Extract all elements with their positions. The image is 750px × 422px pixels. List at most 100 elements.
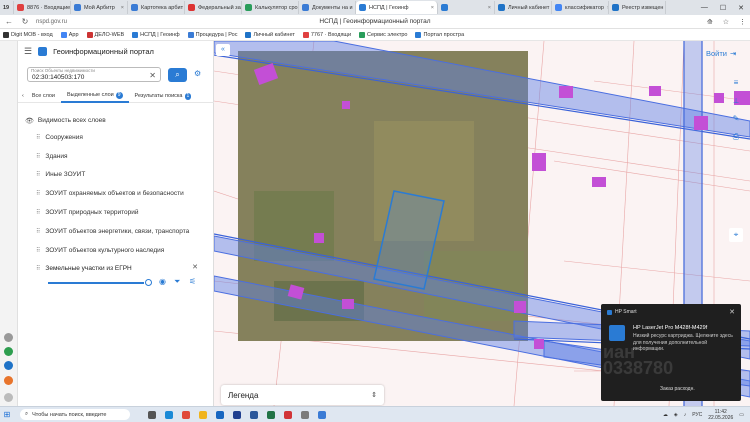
ruler-icon[interactable]: ⟂ <box>729 92 743 110</box>
legend-panel[interactable]: Легенда ⇕ <box>221 385 384 405</box>
weather-icon[interactable]: ☁ <box>663 412 668 418</box>
tab-close-icon[interactable]: × <box>428 5 434 11</box>
windows-start-icon[interactable]: ⊞ <box>0 410 14 419</box>
browser-tab[interactable]: Федеральный зак× <box>185 1 242 14</box>
bookmark-item[interactable]: Digit МОВ - вход <box>3 31 53 38</box>
browser-tab[interactable]: × <box>438 1 495 14</box>
style-settings-icon[interactable]: ⚟ <box>189 277 196 286</box>
drag-handle-icon[interactable]: ⠿ <box>36 209 41 216</box>
browser-tab[interactable]: Личный кабинет× <box>495 1 552 14</box>
drag-handle-icon[interactable]: ⠿ <box>36 190 41 197</box>
tab-close-icon[interactable]: × <box>118 5 124 11</box>
yandex-icon[interactable] <box>233 410 241 419</box>
chrome-icon[interactable] <box>182 410 190 419</box>
drag-handle-icon[interactable]: ⠿ <box>36 153 41 160</box>
bookmark-icon[interactable]: ☆ <box>723 18 729 26</box>
search-button[interactable]: ⌕ <box>168 68 187 82</box>
eye-icon[interactable]: ◉ <box>159 277 166 286</box>
back-icon[interactable]: ← <box>4 17 14 26</box>
bookmark-item[interactable]: 7767 · Входящи <box>302 31 351 38</box>
browser-tab[interactable]: НСПД | Геоинф × <box>356 1 438 14</box>
collapse-sidebar-button[interactable]: « <box>216 44 230 56</box>
tab-close-icon[interactable]: × <box>485 5 491 11</box>
opacity-slider[interactable] <box>48 282 144 284</box>
draw-icon[interactable]: ✎ <box>729 110 743 128</box>
search-input[interactable]: Поиск Объекты недвижимости 02:30:140503:… <box>27 67 161 82</box>
tab-search-results[interactable]: Результаты поиска 1 <box>129 90 198 103</box>
tab-counter[interactable]: 19 <box>0 1 14 14</box>
layers-icon[interactable]: ≡ <box>729 74 743 92</box>
notifications-icon[interactable]: ▭ <box>739 412 744 418</box>
layer-item[interactable]: ⠿ ЗОУИТ природных территорий <box>18 203 214 222</box>
toggle-all-layers[interactable]: 👁 Видимость всех слоев <box>18 113 214 128</box>
search-icon[interactable] <box>4 333 13 342</box>
drag-handle-icon[interactable]: ⠿ <box>36 247 41 254</box>
layer-item[interactable]: ⠿ ЗОУИТ охраняемых объектов и безопасност… <box>18 184 214 203</box>
browser-tab[interactable]: Картотека арбит× <box>128 1 185 14</box>
bookmark-item[interactable]: Личный кабинет <box>245 31 295 38</box>
tab-close-icon[interactable]: × <box>663 5 665 11</box>
translate-icon[interactable]: ⟰ <box>707 18 713 26</box>
language-indicator[interactable]: РУС <box>692 412 702 418</box>
taskbar-search[interactable]: ⌕ Чтобы начать поиск, введите <box>20 409 130 420</box>
maximize-icon[interactable]: ☐ <box>720 4 726 12</box>
browser-tab[interactable]: Калькулятор сро× <box>242 1 299 14</box>
print-icon[interactable]: ⎙ <box>729 128 743 146</box>
login-button[interactable]: Войти ⇥ <box>706 49 736 58</box>
clock[interactable]: 11:42 22.05.2026 <box>708 409 733 421</box>
extensions-icon[interactable]: ⋮ <box>739 18 746 26</box>
word-icon[interactable] <box>250 410 258 419</box>
browser-tab[interactable]: Мой Арбитр × <box>71 1 128 14</box>
clear-icon[interactable]: ✕ <box>149 71 156 80</box>
tab-selected-layers[interactable]: Выделенные слои 9 <box>61 90 129 103</box>
tab-back-icon[interactable]: ‹ <box>18 90 26 103</box>
drag-handle-icon[interactable]: ⠿ <box>36 265 41 272</box>
close-icon[interactable]: ✕ <box>729 308 735 316</box>
edge-icon[interactable] <box>165 410 173 419</box>
bookmark-item[interactable]: Сервис электро <box>359 31 407 38</box>
browser-tab[interactable]: классификатор× <box>552 1 609 14</box>
drag-handle-icon[interactable]: ⠿ <box>36 134 41 141</box>
add-icon[interactable] <box>4 393 13 402</box>
outlook-icon[interactable] <box>216 410 224 419</box>
notification-toast[interactable]: HP Smart ✕ HP LaserJet Pro M428f-M429f Н… <box>601 304 741 401</box>
menu-icon[interactable]: ☰ <box>24 46 32 57</box>
bookmark-item[interactable]: НСПД | Геоинф <box>132 31 180 38</box>
order-supplies-button[interactable]: Заказ расходн. <box>660 386 695 392</box>
app-icon[interactable] <box>318 410 326 419</box>
app-icon[interactable] <box>4 376 13 385</box>
acrobat-icon[interactable] <box>284 410 292 419</box>
browser-tab[interactable]: 8876 · Входящие× <box>14 1 71 14</box>
url-field[interactable]: nspd.gov.ru <box>36 19 67 25</box>
excel-icon[interactable] <box>267 410 275 419</box>
bookmark-item[interactable]: Арр <box>60 31 79 38</box>
minimize-icon[interactable]: — <box>701 4 708 12</box>
filter-icon[interactable]: ⏷ <box>174 277 180 287</box>
layer-item[interactable]: ⠿ ЗОУИТ объектов культурного наследия <box>18 241 214 260</box>
refresh-icon[interactable]: ↻ <box>20 17 30 26</box>
volume-icon[interactable]: ♪ <box>684 412 687 418</box>
bookmark-item[interactable]: ДЕЛО-WEB <box>86 31 124 38</box>
app-icon[interactable] <box>4 361 13 370</box>
layer-item[interactable]: ⠿ Сооружения <box>18 128 214 147</box>
bookmark-item[interactable]: Портал простра <box>415 31 464 38</box>
layer-item[interactable]: ⠿ Здания <box>18 147 214 166</box>
browser-tab[interactable]: Документы на и× <box>299 1 356 14</box>
layer-item[interactable]: ⠿ ЗОУИТ объектов энергетики, связи, транс… <box>18 222 214 241</box>
task-view-icon[interactable] <box>148 410 156 419</box>
explorer-icon[interactable] <box>199 410 207 419</box>
close-icon[interactable]: ✕ <box>192 263 198 271</box>
close-window-icon[interactable]: ✕ <box>738 4 744 12</box>
app-icon[interactable] <box>4 347 13 356</box>
app-icon[interactable] <box>301 410 309 419</box>
drag-handle-icon[interactable]: ⠿ <box>36 171 41 178</box>
locate-icon[interactable]: ⌖ <box>729 228 743 242</box>
bookmark-item[interactable]: Процедура | Рос <box>187 31 237 38</box>
browser-tab[interactable]: Реестр извещен× <box>609 1 666 14</box>
layer-item[interactable]: ⠿ Иные ЗОУИТ <box>18 166 214 185</box>
network-icon[interactable]: ◈ <box>674 412 678 418</box>
slider-handle[interactable] <box>145 279 152 286</box>
drag-handle-icon[interactable]: ⠿ <box>36 228 41 235</box>
filter-settings-icon[interactable]: ⚙ <box>194 69 201 78</box>
tab-all-layers[interactable]: Все слои <box>26 90 61 103</box>
